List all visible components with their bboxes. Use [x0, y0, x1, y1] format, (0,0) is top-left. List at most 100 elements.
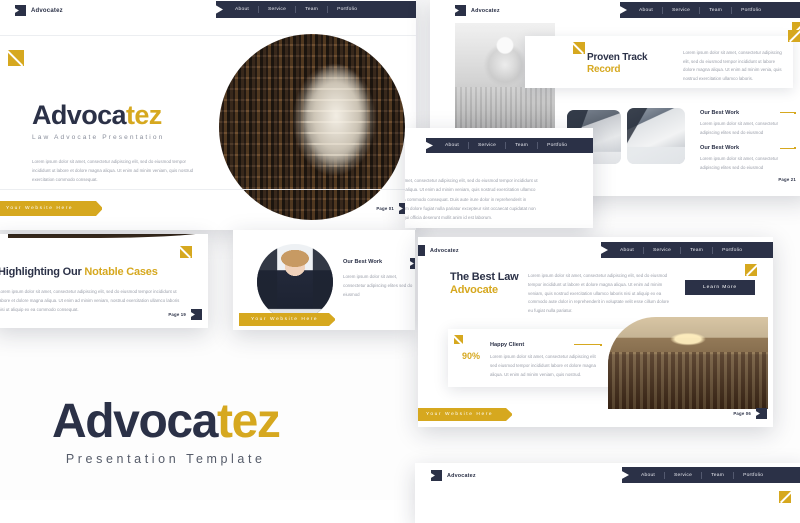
nav-item-about[interactable]: About: [611, 248, 643, 253]
website-ribbon-label: Your Website Here: [6, 206, 74, 211]
nav-item-team[interactable]: Team: [681, 248, 712, 253]
hero-title-accent: tez: [125, 100, 162, 130]
footer-title: Advocatez: [52, 395, 281, 448]
slide-4-best-law[interactable]: Advocatez About Service Team Portfolio T…: [418, 237, 773, 427]
hero-image-bust: [219, 34, 405, 220]
overlap-navbar[interactable]: About Service Team Portfolio: [426, 138, 593, 153]
nav-item-portfolio[interactable]: Portfolio: [328, 7, 366, 12]
work-panel-portrait: [257, 244, 333, 320]
website-ribbon-button[interactable]: Your Website Here: [239, 313, 335, 326]
nav-item-team[interactable]: Team: [296, 7, 327, 12]
slide2-logo[interactable]: Advocatez: [455, 5, 500, 16]
corner-accent-icon: [779, 491, 791, 503]
slide3-paragraph: Lorem ipsum dolor sit amet, consectetur …: [0, 289, 180, 313]
slide3-title-dark: Highlighting Our: [0, 266, 82, 278]
learn-more-button[interactable]: Learn More: [685, 280, 755, 295]
slide4-navbar[interactable]: About Service Team Portfolio: [601, 242, 773, 258]
brand-name: Advocatez: [447, 472, 476, 479]
brand-name: Advocatez: [430, 247, 459, 254]
stat-title: Happy Client: [490, 342, 525, 348]
slide4-title-dark: The Best Law: [450, 271, 519, 283]
slide4-title: The Best Law Advocate: [450, 271, 519, 297]
slide3-page-number: Page 19: [168, 312, 186, 317]
overlap-paragraph: Lorem ipsum dolor sit amet, consectetur …: [405, 178, 538, 220]
nav-item-about[interactable]: About: [630, 8, 662, 13]
slide4-paragraph: Lorem ipsum dolor sit amet, consectetur …: [528, 273, 670, 314]
nav-divider: [468, 142, 470, 149]
slide-3-notable-cases[interactable]: Highlighting Our Notable Cases Lorem ips…: [0, 234, 208, 328]
stat-arrow-icon: [573, 343, 602, 347]
slide4-image-library: [608, 317, 768, 409]
brand-name: Advocatez: [471, 7, 500, 14]
slide4-logo[interactable]: Advocatez: [418, 245, 459, 256]
nav-item-about[interactable]: About: [436, 143, 468, 148]
corner-accent-icon: [180, 246, 192, 258]
nav-divider: [295, 6, 297, 13]
hero-title-dark: Advoca: [32, 100, 127, 130]
nav-divider: [731, 6, 733, 14]
work-item-title: Our Best Work: [700, 110, 740, 116]
footer-wordmark: Advocatez Presentation Template: [52, 395, 281, 467]
website-ribbon-button[interactable]: Your Website Here: [418, 408, 512, 421]
nav-item-service[interactable]: Service: [663, 8, 699, 13]
slide-work-panel[interactable]: Our Best Work Lorem ipsum dolor sit amet…: [233, 230, 415, 330]
slide1-navbar[interactable]: About Service Team Portfolio: [216, 1, 416, 18]
brand-mark-icon: [455, 5, 466, 16]
slide3-image-strip: [8, 234, 208, 238]
slide2-work-list: Our Best Work Lorem ipsum dolor sit amet…: [700, 110, 796, 172]
slide-overlap-card[interactable]: About Service Team Portfolio Lorem ipsum…: [405, 128, 593, 228]
nav-item-portfolio[interactable]: Portfolio: [713, 248, 751, 253]
slide2-card-paragraph: Lorem ipsum dolor sit amet, consectetur …: [683, 50, 782, 81]
work-item-text: Lorem ipsum dolor sit amet, consectetur …: [700, 121, 779, 136]
work-panel-content: Our Best Work Lorem ipsum dolor sit amet…: [343, 250, 415, 299]
nav-divider: [537, 142, 539, 149]
learn-more-label: Learn More: [702, 285, 737, 290]
website-ribbon-button[interactable]: Your Website Here: [0, 201, 102, 216]
nav-divider: [712, 246, 714, 254]
corner-accent-icon: [8, 50, 24, 66]
website-ribbon-label: Your Website Here: [426, 412, 494, 417]
nav-item-portfolio[interactable]: Portfolio: [734, 473, 772, 478]
nav-item-team[interactable]: Team: [702, 473, 733, 478]
nav-item-team[interactable]: Team: [506, 143, 537, 148]
corner-accent-icon: [788, 30, 800, 42]
slide-1-hero[interactable]: Advocatez About Service Team Portfolio A…: [0, 0, 416, 230]
slide5-navbar[interactable]: About Service Team Portfolio: [622, 467, 800, 483]
slide2-navbar[interactable]: About Service Team Portfolio: [620, 2, 800, 18]
slide-5-partial[interactable]: Advocatez About Service Team Portfolio: [415, 463, 800, 523]
slide2-headline-card: Proven Track Record Lorem ipsum dolor si…: [525, 36, 793, 88]
slide1-logo[interactable]: Advocatez: [15, 5, 63, 16]
nav-item-about[interactable]: About: [226, 7, 258, 12]
nav-divider: [327, 6, 329, 13]
slide2-thumb-laptop: [627, 108, 685, 164]
brand-mark-icon: [418, 245, 425, 256]
nav-divider: [680, 246, 682, 254]
nav-item-portfolio[interactable]: Portfolio: [538, 143, 576, 148]
nav-item-portfolio[interactable]: Portfolio: [732, 8, 770, 13]
nav-item-service[interactable]: Service: [665, 473, 701, 478]
brand-mark-icon: [431, 470, 442, 481]
slide4-title-accent: Advocate: [450, 283, 498, 296]
nav-divider: [664, 471, 666, 479]
nav-item-about[interactable]: About: [632, 473, 664, 478]
slide4-page-number: Page 06: [733, 411, 751, 416]
nav-item-service[interactable]: Service: [469, 143, 505, 148]
hero-subtitle: Law Advocate Presentation: [32, 134, 165, 141]
slide2-card-title: Proven Track Record: [587, 52, 648, 75]
work-arrow-icon: [779, 146, 796, 150]
nav-item-service[interactable]: Service: [259, 7, 295, 12]
website-ribbon-label: Your Website Here: [251, 317, 319, 322]
footer-title-accent: tez: [217, 395, 281, 448]
brand-mark-icon: [15, 5, 26, 16]
nav-divider: [699, 6, 701, 14]
footer-subtitle: Presentation Template: [65, 452, 266, 466]
work-panel-title: Our Best Work: [343, 259, 383, 265]
hero-bottom-divider: [0, 189, 416, 190]
nav-divider: [643, 246, 645, 254]
presentation-showcase: Advocatez About Service Team Portfolio A…: [0, 0, 800, 523]
nav-item-service[interactable]: Service: [644, 248, 680, 253]
corner-accent-icon: [573, 42, 585, 54]
nav-item-team[interactable]: Team: [700, 8, 731, 13]
slide2-page-number: Page 21: [778, 177, 796, 182]
slide5-logo[interactable]: Advocatez: [431, 470, 476, 481]
